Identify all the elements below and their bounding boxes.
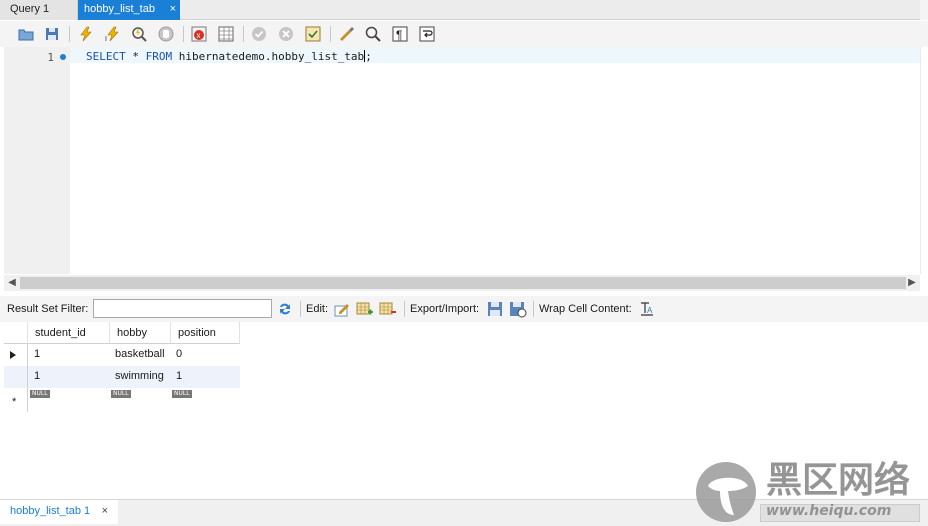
sql-statement[interactable]: SELECT * FROM hibernatedemo.hobby_list_t…: [86, 50, 372, 63]
scroll-left-icon[interactable]: ◀: [4, 275, 20, 291]
filter-label: Result Set Filter:: [7, 303, 89, 315]
row-selector[interactable]: *: [4, 388, 28, 412]
grid-corner: [4, 322, 28, 344]
result-filter-input[interactable]: [93, 299, 272, 318]
table-row[interactable]: 1 basketball 0: [4, 344, 240, 366]
scrollbar-thumb[interactable]: [20, 277, 906, 289]
null-badge: NULL: [111, 390, 131, 398]
toggle-result-icon[interactable]: [217, 25, 235, 43]
close-icon[interactable]: ×: [170, 0, 176, 19]
scroll-right-icon[interactable]: ▶: [904, 275, 920, 291]
export-icon[interactable]: [486, 300, 504, 318]
close-icon[interactable]: ×: [102, 500, 108, 522]
rollback-icon[interactable]: [277, 25, 295, 43]
query-toolbar: I x ¶: [0, 21, 928, 47]
column-header-hobby[interactable]: hobby: [110, 322, 171, 344]
watermark-url: www.heiqu.com: [766, 503, 892, 519]
sql-keyword: FROM: [145, 50, 173, 63]
import-icon[interactable]: [509, 300, 527, 318]
new-row[interactable]: * NULL NULL NULL: [4, 388, 240, 412]
svg-text:I: I: [105, 36, 107, 43]
tab-label: Query 1: [10, 3, 50, 15]
row-selector[interactable]: [4, 344, 28, 366]
current-row-arrow-icon: [10, 351, 16, 359]
add-row-icon[interactable]: [356, 300, 374, 318]
toolbar-separator: [404, 301, 405, 317]
edit-row-icon[interactable]: [333, 300, 351, 318]
column-header-position[interactable]: position: [171, 322, 240, 344]
tab-label: hobby_list_tab: [84, 3, 155, 15]
open-folder-icon[interactable]: [17, 25, 35, 43]
new-row-marker: *: [12, 396, 17, 408]
cell-position[interactable]: 1: [172, 366, 240, 388]
row-selector[interactable]: [4, 366, 28, 388]
edit-label: Edit:: [306, 303, 329, 315]
tab-query-1[interactable]: Query 1: [0, 0, 78, 20]
toolbar-separator: [69, 26, 70, 42]
toolbar-separator: [243, 26, 244, 42]
execute-icon[interactable]: [77, 25, 95, 43]
result-toolbar: Result Set Filter: Edit: Export/Import: …: [0, 296, 928, 322]
toolbar-separator: [533, 301, 534, 317]
cell-student-id[interactable]: 1: [30, 344, 110, 366]
autocommit-icon[interactable]: [304, 25, 322, 43]
horizontal-scrollbar[interactable]: ◀ ▶: [4, 275, 920, 291]
tab-bar-edge: [920, 0, 928, 20]
sql-keyword: SELECT: [86, 50, 126, 63]
toolbar-separator: [183, 26, 184, 42]
watermark-logo-icon: [696, 462, 756, 522]
table-row[interactable]: 1 swimming 1: [4, 366, 240, 388]
cell-hobby[interactable]: basketball: [111, 344, 171, 366]
export-import-label: Export/Import:: [410, 303, 480, 315]
commit-icon[interactable]: [250, 25, 268, 43]
word-wrap-icon[interactable]: [418, 25, 436, 43]
null-badge: NULL: [172, 390, 192, 398]
tab-label: hobby_list_tab 1: [10, 505, 91, 517]
vertical-scroll-edge: [920, 47, 928, 274]
beautify-icon[interactable]: [337, 25, 355, 43]
query-tab-bar: Query 1 hobby_list_tab ×: [0, 0, 928, 20]
column-header-student-id[interactable]: student_id: [28, 322, 110, 344]
watermark-brand: 黑区网络: [766, 460, 911, 501]
invisible-chars-icon[interactable]: ¶: [391, 25, 409, 43]
watermark: 黑区网络 www.heiqu.com: [694, 460, 924, 524]
refresh-icon[interactable]: [277, 301, 293, 317]
line-gutter: 1: [4, 47, 70, 274]
save-icon[interactable]: [43, 25, 61, 43]
tab-hobby-list-tab[interactable]: hobby_list_tab ×: [78, 0, 180, 20]
explain-icon[interactable]: [130, 25, 148, 43]
toggle-error-icon[interactable]: x: [190, 25, 208, 43]
delete-row-icon[interactable]: [379, 300, 397, 318]
sql-text: hibernatedemo.hobby_list_tab: [172, 50, 365, 63]
toolbar-separator: [300, 301, 301, 317]
sql-editor[interactable]: 1 SELECT * FROM hibernatedemo.hobby_list…: [0, 47, 920, 274]
tab-result-1[interactable]: hobby_list_tab 1 ×: [0, 500, 118, 524]
toolbar-separator: [330, 26, 331, 42]
cell-student-id[interactable]: 1: [30, 366, 110, 388]
cell-position[interactable]: 0: [172, 344, 240, 366]
svg-text:A: A: [647, 306, 653, 315]
sql-text: *: [125, 50, 146, 63]
svg-text:¶: ¶: [396, 28, 402, 42]
line-number: 1: [47, 51, 54, 64]
wrap-cell-icon[interactable]: A: [640, 301, 654, 317]
wrap-cell-label: Wrap Cell Content:: [539, 303, 632, 315]
cell-hobby[interactable]: swimming: [111, 366, 171, 388]
statement-marker-icon: [60, 54, 66, 60]
svg-text:x: x: [197, 31, 201, 40]
null-badge: NULL: [30, 390, 50, 398]
execute-current-icon[interactable]: I: [104, 25, 122, 43]
sql-text: ;: [365, 50, 372, 63]
find-icon[interactable]: [364, 25, 382, 43]
stop-icon[interactable]: [157, 25, 175, 43]
sql-editor-window: Query 1 hobby_list_tab × I x ¶ 1 SELECT …: [0, 0, 928, 526]
